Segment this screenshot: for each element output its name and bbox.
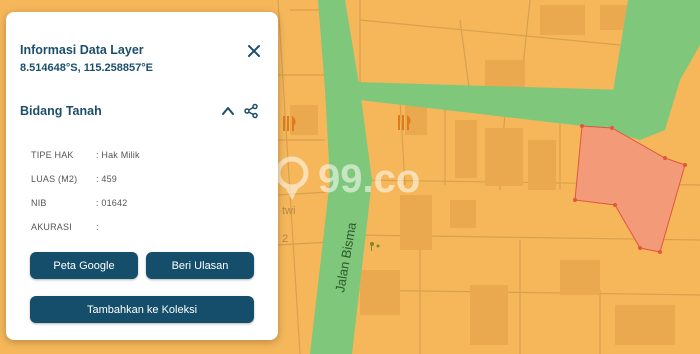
attr-value: : [96,222,99,232]
coordinates: 8.514648°S, 115.258857°E [20,62,153,74]
review-button[interactable]: Beri Ulasan [146,252,254,279]
panel-title: Informasi Data Layer [20,43,144,57]
attr-key: LUAS (M2) [31,174,78,184]
attr-key: TIPE HAK [31,150,74,160]
attr-row-nib: NIB : 01642 [31,198,127,208]
close-icon[interactable] [246,43,262,59]
section-title: Bidang Tanah [20,104,102,118]
map-label-partial-2: 2 [282,233,288,245]
attr-value: : Hak Milik [96,150,140,160]
attr-key: NIB [31,198,47,208]
attr-value: : 01642 [96,198,128,208]
attr-value: : 459 [96,174,118,184]
map-label-partial: twi [282,205,295,217]
google-maps-button[interactable]: Peta Google [30,252,138,279]
attr-row-luas: LUAS (M2) : 459 [31,174,117,184]
watermark-text: 99.co [318,157,420,201]
info-panel: Informasi Data Layer 8.514648°S, 115.258… [6,12,278,340]
attr-row-akurasi: AKURASI: [31,222,99,232]
add-to-collection-button[interactable]: Tambahkan ke Koleksi [30,296,254,323]
attr-key: AKURASI [31,222,72,232]
chevron-up-icon[interactable] [221,104,235,118]
attr-row-tipe-hak: TIPE HAK : Hak Milik [31,150,140,160]
share-icon[interactable] [243,103,259,119]
